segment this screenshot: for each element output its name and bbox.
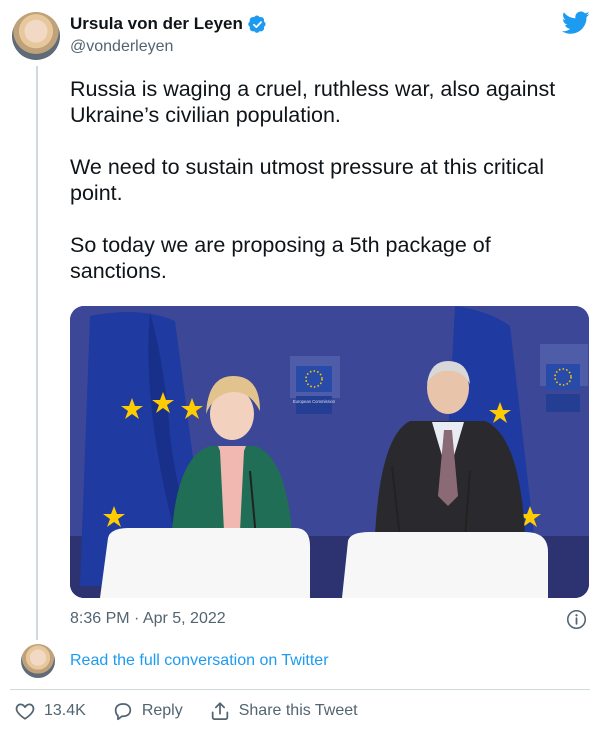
reply-button[interactable]: Reply <box>112 700 183 722</box>
podium-left <box>100 528 310 598</box>
press-conference-photo: European Commission <box>70 306 589 598</box>
tweet-text: Russia is waging a cruel, ruthless war, … <box>70 76 580 310</box>
backdrop-logo-text: European Commission <box>293 399 336 404</box>
like-button[interactable]: 13.4K <box>14 700 86 722</box>
tweet-timestamp[interactable]: 8:36 PM · Apr 5, 2022 <box>70 610 226 628</box>
info-icon[interactable] <box>566 609 587 630</box>
tweet-paragraph: We need to sustain utmost pressure at th… <box>70 155 545 205</box>
tweet-media-image[interactable]: European Commission <box>70 306 589 598</box>
heart-icon <box>15 703 35 720</box>
author-avatar-small[interactable] <box>21 644 55 678</box>
divider <box>10 689 590 690</box>
like-count: 13.4K <box>44 702 86 719</box>
author-avatar[interactable] <box>12 12 60 60</box>
tweet-paragraph: So today we are proposing a 5th package … <box>70 233 491 283</box>
reply-label: Reply <box>141 702 183 719</box>
thread-line <box>36 66 38 640</box>
verified-badge-icon <box>248 15 266 33</box>
author-handle[interactable]: @vonderleyen <box>70 38 173 56</box>
share-label: Share this Tweet <box>238 702 358 719</box>
read-conversation-link[interactable]: Read the full conversation on Twitter <box>70 652 329 670</box>
share-button[interactable]: Share this Tweet <box>209 700 358 722</box>
reply-icon <box>114 703 132 721</box>
podium-right <box>342 532 548 598</box>
action-bar: 13.4K Reply Share this Tweet <box>14 700 384 722</box>
author-name-row[interactable]: Ursula von der Leyen <box>70 14 267 34</box>
share-icon <box>211 702 228 720</box>
author-display-name[interactable]: Ursula von der Leyen <box>70 14 243 34</box>
tweet-paragraph: Russia is waging a cruel, ruthless war, … <box>70 77 556 127</box>
twitter-bird-icon[interactable] <box>562 11 590 35</box>
